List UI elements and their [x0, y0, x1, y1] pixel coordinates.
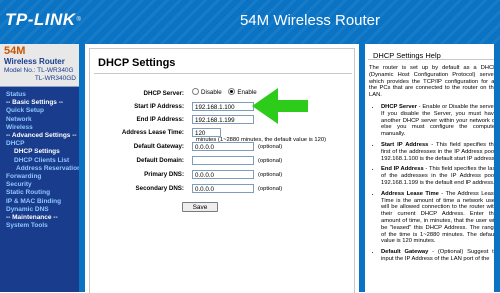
- domain-input[interactable]: [192, 156, 254, 165]
- help-term: End IP Address: [381, 166, 424, 173]
- model-number-alt: TL-WR340GD: [34, 75, 76, 82]
- help-text: - The Address Lease Time is the amount o…: [381, 190, 498, 245]
- dhcp-disable-radio[interactable]: [192, 88, 199, 95]
- header-banner: TP-LINK ® 54M Wireless Router: [0, 0, 500, 44]
- sidebar-item-dhcp-settings[interactable]: DHCP Settings: [0, 148, 79, 156]
- primary-dns-row: Primary DNS: 0.0.0.0 (optional): [90, 170, 354, 181]
- end-ip-label: End IP Address:: [136, 116, 184, 123]
- help-title: DHCP Settings Help: [368, 44, 497, 60]
- secondary-dns-input[interactable]: 0.0.0.0: [192, 184, 254, 193]
- domain-label: Default Domain:: [136, 157, 184, 164]
- sidebar-group-advanced-settings: -- Advanced Settings --: [6, 132, 77, 140]
- domain-optional-note: (optional): [258, 157, 283, 164]
- product-title: 54M Wireless Router: [239, 12, 381, 29]
- help-right-rail: [494, 44, 500, 292]
- help-intro: The router is set up by default as a DHC…: [369, 65, 497, 99]
- help-list: DHCP Server - Enable or Disable the serv…: [369, 104, 497, 263]
- settings-panel: DHCP Settings DHCP Server: Disable Enabl…: [89, 48, 355, 293]
- primary-dns-optional-note: (optional): [258, 171, 283, 178]
- sidebar-item-system-tools[interactable]: System Tools: [0, 222, 79, 230]
- help-item: Default Gateway - (Optional) Suggest to …: [381, 249, 497, 263]
- help-item: Start IP Address - This field specifies …: [381, 142, 497, 162]
- help-item: Address Lease Time - The Address Lease T…: [381, 191, 497, 245]
- sidebar-item-wireless[interactable]: Wireless: [0, 124, 79, 132]
- lease-time-label: Address Lease Time:: [121, 129, 184, 136]
- sidebar-item-ip-mac-binding[interactable]: IP & MAC Binding: [0, 198, 79, 206]
- secondary-dns-label: Secondary DNS:: [135, 185, 184, 192]
- start-ip-row: Start IP Address: 192.168.1.100: [90, 102, 354, 113]
- sidebar-group-maintenance: -- Maintenance --: [6, 214, 58, 222]
- green-arrow-annotation: [252, 88, 308, 124]
- sidebar: 54M Wireless Router Model No.: TL-WR340G…: [0, 44, 81, 292]
- help-term: Default Gateway: [381, 249, 429, 256]
- model-name: Wireless Router: [4, 57, 65, 66]
- sidebar-item-status[interactable]: Status: [0, 91, 79, 99]
- model-number: Model No.: TL-WR340G: [4, 67, 74, 74]
- start-ip-input[interactable]: 192.168.1.100: [192, 102, 254, 111]
- help-body: The router is set up by default as a DHC…: [365, 60, 500, 263]
- sidebar-item-static-routing[interactable]: Static Routing: [0, 189, 79, 197]
- title-divider: [94, 73, 352, 74]
- primary-dns-label: Primary DNS:: [144, 171, 184, 178]
- gateway-row: Default Gateway: 0.0.0.0 (optional): [90, 142, 354, 153]
- sidebar-item-forwarding[interactable]: Forwarding: [0, 173, 79, 181]
- sidebar-menu: Status -- Basic Settings -- Quick Setup …: [0, 87, 81, 230]
- help-item: End IP Address - This field specifies th…: [381, 166, 497, 186]
- dhcp-server-row: DHCP Server: Disable Enable: [90, 88, 354, 100]
- gateway-optional-note: (optional): [258, 143, 283, 150]
- dhcp-server-label: DHCP Server:: [143, 90, 184, 97]
- sidebar-group-basic-settings: -- Basic Settings --: [6, 99, 64, 107]
- lease-time-input[interactable]: 120: [192, 128, 221, 137]
- end-ip-row: End IP Address: 192.168.1.199: [90, 115, 354, 126]
- model-speed: 54M: [4, 45, 26, 57]
- sidebar-item-security[interactable]: Security: [0, 181, 79, 189]
- secondary-dns-optional-note: (optional): [258, 185, 283, 192]
- sidebar-item-dhcp[interactable]: DHCP: [0, 140, 79, 148]
- arrow-shape: [252, 88, 308, 124]
- model-info: 54M Wireless Router Model No.: TL-WR340G…: [0, 44, 79, 87]
- help-term: Start IP Address: [381, 141, 429, 148]
- secondary-dns-row: Secondary DNS: 0.0.0.0 (optional): [90, 184, 354, 195]
- primary-dns-input[interactable]: 0.0.0.0: [192, 170, 254, 179]
- help-term: DHCP Server: [381, 103, 418, 110]
- sidebar-item-dynamic-dns[interactable]: Dynamic DNS: [0, 206, 79, 214]
- page-title: DHCP Settings: [98, 57, 176, 69]
- sidebar-item-quick-setup[interactable]: Quick Setup: [0, 107, 79, 115]
- main-content: DHCP Settings DHCP Server: Disable Enabl…: [79, 44, 359, 293]
- dhcp-disable-label: Disable: [201, 89, 222, 96]
- dhcp-enable-radio[interactable]: [228, 88, 236, 95]
- start-ip-label: Start IP Address:: [134, 103, 184, 110]
- gateway-input[interactable]: 0.0.0.0: [192, 142, 254, 151]
- gateway-label: Default Gateway:: [133, 143, 184, 150]
- sidebar-item-network[interactable]: Network: [0, 116, 79, 124]
- save-button[interactable]: Save: [182, 202, 218, 212]
- lease-time-row: Address Lease Time: 120minutes (1~2880 m…: [90, 128, 354, 143]
- end-ip-input[interactable]: 192.168.1.199: [192, 115, 254, 124]
- domain-row: Default Domain: (optional): [90, 156, 354, 167]
- help-item: DHCP Server - Enable or Disable the serv…: [381, 104, 497, 138]
- sidebar-item-dhcp-clients-list[interactable]: DHCP Clients List: [0, 157, 79, 165]
- help-term: Address Lease Time: [381, 190, 439, 197]
- help-panel: DHCP Settings Help The router is set up …: [359, 44, 500, 292]
- sidebar-item-address-reservation[interactable]: Address Reservation: [0, 165, 81, 173]
